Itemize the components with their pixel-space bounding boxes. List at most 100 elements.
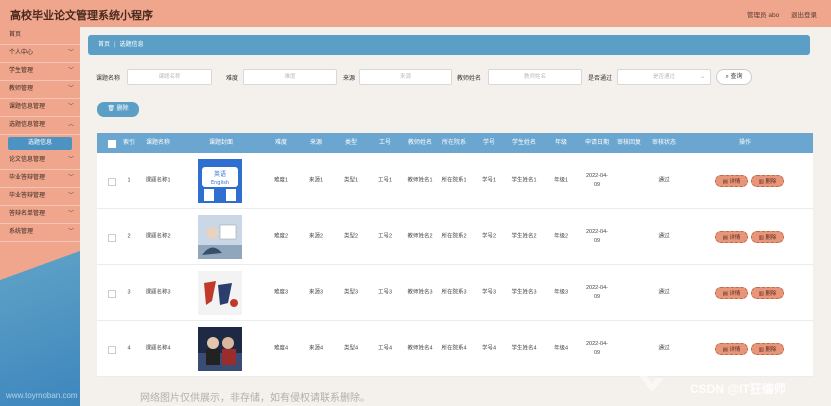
sidebar-item-label: 教师管理: [9, 86, 34, 92]
cell-grade: 年级2: [553, 233, 569, 239]
breadcrumb: 首页 | 选题信息: [88, 35, 810, 55]
cell-apply-date: 2022-04-09: [585, 228, 609, 244]
sidebar-item-selection[interactable]: 选题信息管理 ︿: [0, 117, 80, 135]
table-header: 索引 课题名称 课题封面 难度 来源 类型 工号 教师姓名 所在院系 学号 学生…: [97, 133, 813, 153]
cell-review-status: 通过: [658, 233, 670, 239]
chevron-down-icon: ﹀: [67, 211, 74, 217]
sidebar-item-topics[interactable]: 课题信息管理 ﹀: [0, 99, 80, 117]
cell-type: 类型1: [343, 177, 359, 183]
cell-apply-date: 2022-04-09: [585, 172, 609, 188]
delete-button-label: 删除: [765, 234, 777, 241]
sidebar-item-system[interactable]: 系统管理 ﹀: [0, 224, 80, 242]
cell-review-status: 通过: [658, 177, 670, 183]
col-header: 工号: [378, 140, 392, 146]
sidebar-item-papers[interactable]: 论文信息管理 ﹀: [0, 152, 80, 170]
watermark-notice: 网络图片仅供展示，非存储，如有侵权请联系删除。: [140, 393, 370, 404]
sidebar-item-profile[interactable]: 个人中心 ﹀: [0, 45, 80, 63]
cell-type: 类型3: [343, 289, 359, 295]
topic-name-input[interactable]: 课题名称: [127, 69, 212, 85]
topic-cover-image: [198, 214, 242, 259]
sidebar-item-students[interactable]: 学生管理 ﹀: [0, 63, 80, 81]
sidebar-item-label: 选题信息管理: [9, 122, 46, 128]
sidebar-item-home[interactable]: 首页: [0, 27, 80, 45]
table-row: 2 课题名称2 难度2 来源2 类型2 工号2 教师姓名2 所在院系2 学号2 …: [97, 209, 813, 265]
detail-button[interactable]: ▤ 详情: [715, 230, 748, 243]
teacher-name-label: 教师姓名: [457, 76, 482, 82]
sidebar-item-label: 首页: [9, 32, 22, 38]
cell-staff-no: 工号4: [377, 345, 393, 351]
cell-student-id: 学号3: [481, 289, 497, 295]
delete-button[interactable]: ▥ 删除: [751, 174, 784, 187]
chevron-down-icon: ﹀: [67, 68, 74, 74]
approved-select[interactable]: 是否通过 ⌄: [617, 69, 711, 85]
sidebar-item-label: 毕业答辩管理: [9, 175, 46, 181]
detail-button-label: 详情: [729, 178, 741, 185]
cell-apply-date: 2022-04-09: [585, 284, 609, 300]
sidebar-item-defense-2[interactable]: 毕业答辩管理 ﹀: [0, 188, 80, 206]
top-bar: 高校毕业论文管理系统小程序 管理员 abo 退出登录: [0, 0, 831, 27]
data-table: 索引 课题名称 课题封面 难度 来源 类型 工号 教师姓名 所在院系 学号 学生…: [97, 133, 813, 377]
sidebar-item-defense[interactable]: 毕业答辩管理 ﹀: [0, 170, 80, 188]
delete-button[interactable]: ▥ 删除: [751, 230, 784, 243]
cell-topic-name: 课题名称4: [145, 345, 171, 351]
sidebar-item-label: 课题信息管理: [9, 104, 46, 110]
delete-button-label: 删除: [765, 178, 777, 185]
col-header: 学号: [482, 140, 496, 146]
chevron-down-icon: ﹀: [67, 157, 74, 163]
sidebar-item-defense-list[interactable]: 答辩名单管理 ﹀: [0, 206, 80, 224]
svg-text:English: English: [211, 180, 229, 186]
cell-apply-date: 2022-04-09: [585, 340, 609, 356]
batch-delete-label: 删除: [116, 106, 129, 112]
user-area: 管理员 abo 退出登录: [737, 9, 817, 19]
cell-student-name: 学生姓名2: [511, 233, 537, 239]
sidebar-subitem-selection-info[interactable]: 选题信息: [8, 137, 72, 150]
chevron-down-icon: ﹀: [67, 175, 74, 181]
watermark-site: www.toymoban.com: [6, 391, 78, 400]
sidebar-item-label: 论文信息管理: [9, 157, 46, 163]
source-input[interactable]: 来源: [359, 69, 452, 85]
cell-index: 4: [127, 345, 131, 351]
chevron-up-icon: ︿: [67, 122, 74, 128]
cell-topic-name: 课题名称2: [145, 233, 171, 239]
chevron-down-icon: ﹀: [67, 193, 74, 199]
delete-button[interactable]: ▥ 删除: [751, 342, 784, 355]
cell-teacher: 教师姓名3: [407, 289, 433, 295]
cell-topic-name: 课题名称1: [145, 177, 171, 183]
difficulty-input[interactable]: 难度: [243, 69, 337, 85]
teacher-name-input[interactable]: 教师姓名: [488, 69, 582, 85]
sidebar-item-label: 答辩名单管理: [9, 211, 46, 217]
col-header: 难度: [274, 140, 288, 146]
cell-difficulty: 难度2: [273, 233, 289, 239]
cell-review-status: 通过: [658, 289, 670, 295]
admin-label: 管理员 abo: [747, 12, 780, 19]
select-all-checkbox[interactable]: [108, 140, 116, 148]
breadcrumb-home[interactable]: 首页: [98, 42, 110, 48]
chevron-down-icon: ﹀: [67, 104, 74, 110]
cell-topic-name: 课题名称3: [145, 289, 171, 295]
col-header: 申请日期: [584, 140, 610, 146]
batch-delete-button[interactable]: 🗑 删除: [97, 102, 139, 117]
search-bar: 课题名称 课题名称 难度 难度 来源 来源 教师姓名 教师姓名 是否通过 是否通…: [96, 69, 816, 85]
col-header: 所在院系: [441, 140, 467, 146]
delete-button[interactable]: ▥ 删除: [751, 286, 784, 299]
sidebar-item-label: 个人中心: [9, 50, 34, 56]
difficulty-label: 难度: [226, 76, 239, 82]
source-label: 来源: [343, 76, 356, 82]
cell-student-id: 学号4: [481, 345, 497, 351]
sidebar-item-label: 系统管理: [9, 229, 34, 235]
logout-link[interactable]: 退出登录: [791, 12, 817, 19]
detail-button-label: 详情: [729, 234, 741, 241]
topic-cover-image: [198, 270, 242, 315]
detail-button[interactable]: ▤ 详情: [715, 174, 748, 187]
search-button[interactable]: ⌕ 查询: [716, 69, 752, 85]
detail-button[interactable]: ▤ 详情: [715, 342, 748, 355]
col-header: 学生姓名: [511, 140, 537, 146]
col-header: 教师姓名: [407, 140, 433, 146]
cell-type: 类型2: [343, 233, 359, 239]
cell-staff-no: 工号1: [377, 177, 393, 183]
sidebar-item-teachers[interactable]: 教师管理 ﹀: [0, 81, 80, 99]
col-header: 类型: [344, 140, 358, 146]
detail-button[interactable]: ▤ 详情: [715, 286, 748, 299]
cell-student-name: 学生姓名1: [511, 177, 537, 183]
approved-select-placeholder: 是否通过: [652, 74, 675, 80]
